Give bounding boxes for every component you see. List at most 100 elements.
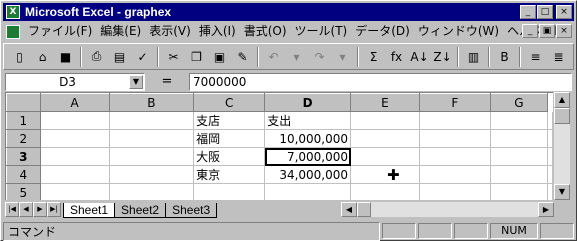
sheet-tab-1[interactable]: Sheet1 — [63, 203, 116, 218]
column-header-b[interactable]: B — [108, 93, 195, 112]
cell-d5[interactable] — [264, 183, 352, 200]
maximize-button[interactable]: □ — [537, 5, 553, 19]
sheet-tab-2[interactable]: Sheet2 — [114, 203, 167, 218]
cell-e2[interactable] — [350, 129, 420, 148]
menu-edit[interactable]: 編集(E) — [96, 23, 145, 40]
vertical-scroll-thumb[interactable] — [554, 108, 570, 124]
column-header-e[interactable]: E — [350, 93, 420, 112]
last-sheet-button[interactable]: ▶| — [47, 202, 61, 217]
print-icon[interactable]: ⎙ — [85, 46, 108, 68]
save-icon[interactable]: ■ — [54, 46, 77, 68]
cell-g1[interactable] — [490, 111, 549, 130]
cell-a1[interactable] — [40, 111, 110, 130]
paste-icon[interactable]: ▣ — [208, 46, 231, 68]
cell-c1[interactable]: 支店 — [193, 111, 266, 130]
format-painter-icon[interactable]: ✎ — [231, 46, 254, 68]
cell-f4[interactable] — [419, 165, 491, 184]
worksheet-grid[interactable]: A B C D E F G 1 支店 支出 2 福岡 10,000,000 3 大阪 7,000… — [5, 92, 553, 200]
cell-e5[interactable] — [350, 183, 420, 200]
column-header-f[interactable]: F — [418, 93, 491, 112]
horizontal-scroll-thumb[interactable] — [357, 202, 371, 217]
cell-b2[interactable] — [109, 129, 195, 148]
menu-view[interactable]: 表示(V) — [145, 23, 195, 40]
close-button[interactable]: × — [556, 5, 572, 19]
scroll-left-button[interactable]: ◀ — [341, 202, 357, 217]
sheet-tab-3[interactable]: Sheet3 — [165, 203, 218, 218]
cell-e1[interactable] — [350, 111, 420, 130]
cell-d3[interactable]: 7,000,000 — [264, 147, 352, 166]
column-header-c[interactable]: C — [193, 93, 266, 112]
cell-d4[interactable]: 34,000,000 — [264, 165, 352, 184]
spelling-icon[interactable]: ✓ — [131, 46, 154, 68]
sort-descending-icon[interactable]: Z↓ — [431, 46, 454, 68]
chart-wizard-icon[interactable]: ▥ — [462, 46, 485, 68]
edit-formula-button[interactable]: = — [145, 74, 189, 89]
cell-c5[interactable] — [193, 183, 266, 200]
workbook-restore-button[interactable]: ▣ — [539, 24, 555, 38]
workbook-close-button[interactable]: × — [556, 24, 572, 38]
function-icon[interactable]: fx — [385, 46, 408, 68]
next-sheet-button[interactable]: ▶ — [33, 202, 47, 217]
redo-dropdown-icon[interactable]: ▾ — [331, 46, 354, 68]
menu-tools[interactable]: ツール(T) — [291, 23, 352, 40]
row-header[interactable]: 4 — [6, 165, 41, 184]
undo-dropdown-icon[interactable]: ▾ — [285, 46, 308, 68]
cell-overflow[interactable] — [547, 147, 553, 166]
sort-ascending-icon[interactable]: A↓ — [408, 46, 431, 68]
cell-a2[interactable] — [40, 129, 110, 148]
workbook-minimize-button[interactable]: _ — [522, 24, 538, 38]
new-icon[interactable]: ▯ — [8, 46, 31, 68]
cell-a4[interactable] — [40, 165, 110, 184]
formula-input[interactable]: 7000000 — [189, 72, 572, 91]
menu-window[interactable]: ウィンドウ(W) — [414, 23, 503, 40]
horizontal-scrollbar[interactable]: ◀ ▶ — [341, 202, 554, 217]
scroll-down-button[interactable]: ▼ — [554, 184, 570, 200]
cell-overflow[interactable] — [547, 111, 553, 130]
cell-c2[interactable]: 福岡 — [193, 129, 266, 148]
cell-b3[interactable] — [109, 147, 195, 166]
redo-icon[interactable]: ↷ — [308, 46, 331, 68]
row-header[interactable]: 1 — [6, 111, 41, 130]
cell-e3[interactable] — [350, 147, 420, 166]
cell-f5[interactable] — [419, 183, 491, 200]
cell-a3[interactable] — [40, 147, 110, 166]
cell-b5[interactable] — [109, 183, 195, 200]
bold-icon[interactable]: B — [493, 46, 516, 68]
print-preview-icon[interactable]: ▤ — [108, 46, 131, 68]
autosum-icon[interactable]: Σ — [362, 46, 385, 68]
cell-f3[interactable] — [419, 147, 491, 166]
cell-g3[interactable] — [490, 147, 549, 166]
cell-f1[interactable] — [419, 111, 491, 130]
cell-overflow[interactable] — [547, 183, 553, 200]
minimize-button[interactable]: _ — [520, 5, 536, 19]
align-center-icon[interactable]: ≣ — [547, 46, 570, 68]
cell-d1[interactable]: 支出 — [264, 111, 352, 130]
undo-icon[interactable]: ↶ — [262, 46, 285, 68]
title-bar[interactable]: X Microsoft Excel - graphex _ □ × — [3, 3, 574, 21]
cell-overflow[interactable] — [547, 129, 553, 148]
chevron-down-icon[interactable]: ▼ — [129, 74, 143, 89]
cell-c3[interactable]: 大阪 — [193, 147, 266, 166]
column-header-d[interactable]: D — [264, 93, 352, 112]
first-sheet-button[interactable]: |◀ — [5, 202, 19, 217]
workbook-icon[interactable] — [6, 24, 20, 39]
cell-b4[interactable] — [109, 165, 195, 184]
menu-format[interactable]: 書式(O) — [240, 23, 291, 40]
cell-f2[interactable] — [419, 129, 491, 148]
cell-a5[interactable] — [40, 183, 110, 200]
menu-insert[interactable]: 挿入(I) — [195, 23, 240, 40]
scroll-right-button[interactable]: ▶ — [538, 202, 554, 217]
prev-sheet-button[interactable]: ◀ — [19, 202, 33, 217]
copy-icon[interactable]: ❐ — [185, 46, 208, 68]
cell-g2[interactable] — [490, 129, 549, 148]
vertical-scrollbar[interactable]: ▲ ▼ — [554, 92, 570, 200]
cell-overflow[interactable] — [547, 165, 553, 184]
column-header-g[interactable]: G — [489, 93, 549, 112]
menu-data[interactable]: データ(D) — [351, 23, 414, 40]
row-header[interactable]: 3 — [6, 147, 41, 166]
name-box[interactable]: D3 ▼ — [5, 72, 145, 91]
cut-icon[interactable]: ✂ — [162, 46, 185, 68]
select-all-corner[interactable] — [6, 93, 41, 112]
excel-app-icon[interactable]: X — [6, 5, 20, 19]
cell-g5[interactable] — [490, 183, 549, 200]
